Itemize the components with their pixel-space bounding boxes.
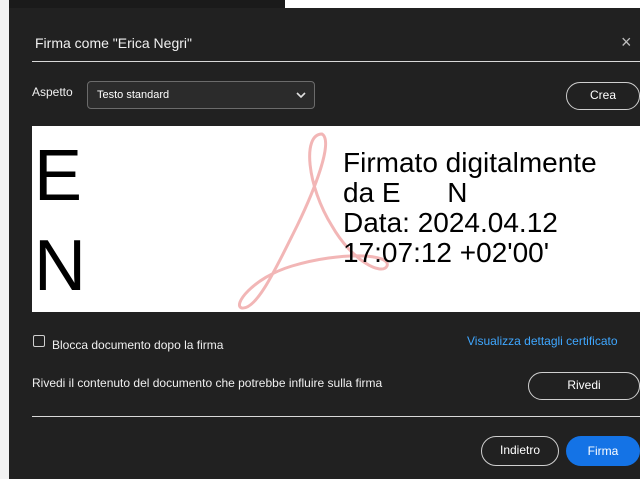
background-top-strip [0,0,640,8]
background-dark-bar [0,0,285,8]
dialog-title: Firma come "Erica Negri" [35,35,192,51]
sign-dialog: Firma come "Erica Negri" × Aspetto Testo… [9,8,640,479]
signature-preview: E N Firmato digitalmente da E N Data: 20… [32,126,640,312]
close-icon[interactable]: × [621,32,632,53]
footer-divider [32,416,640,417]
review-button[interactable]: Rivedi [528,372,640,400]
signature-line-2: da E N [343,177,468,208]
signature-line-3: Data: 2024.04.12 [343,207,558,238]
appearance-selected-value: Testo standard [97,89,170,101]
certificate-details-link[interactable]: Visualizza dettagli certificato [467,334,618,348]
review-info-text: Rivedi il contenuto del documento che po… [32,376,383,390]
create-button[interactable]: Crea [566,82,640,110]
back-button[interactable]: Indietro [481,436,559,466]
signature-initial-first: E [34,136,83,216]
chevron-down-icon [296,92,306,99]
signature-line-4: 17:07:12 +02'00' [343,237,550,268]
signature-initial-last: N [34,226,86,306]
appearance-label: Aspetto [32,85,73,99]
appearance-select[interactable]: Testo standard [87,81,315,109]
background-left-strip [0,0,9,479]
signature-details: Firmato digitalmente da E N Data: 2024.0… [343,148,597,268]
lock-document-label: Blocca documento dopo la firma [52,338,224,352]
sign-button[interactable]: Firma [566,436,640,466]
lock-document-checkbox[interactable] [33,335,45,347]
signature-line-1: Firmato digitalmente [343,147,597,178]
title-divider [32,61,640,62]
